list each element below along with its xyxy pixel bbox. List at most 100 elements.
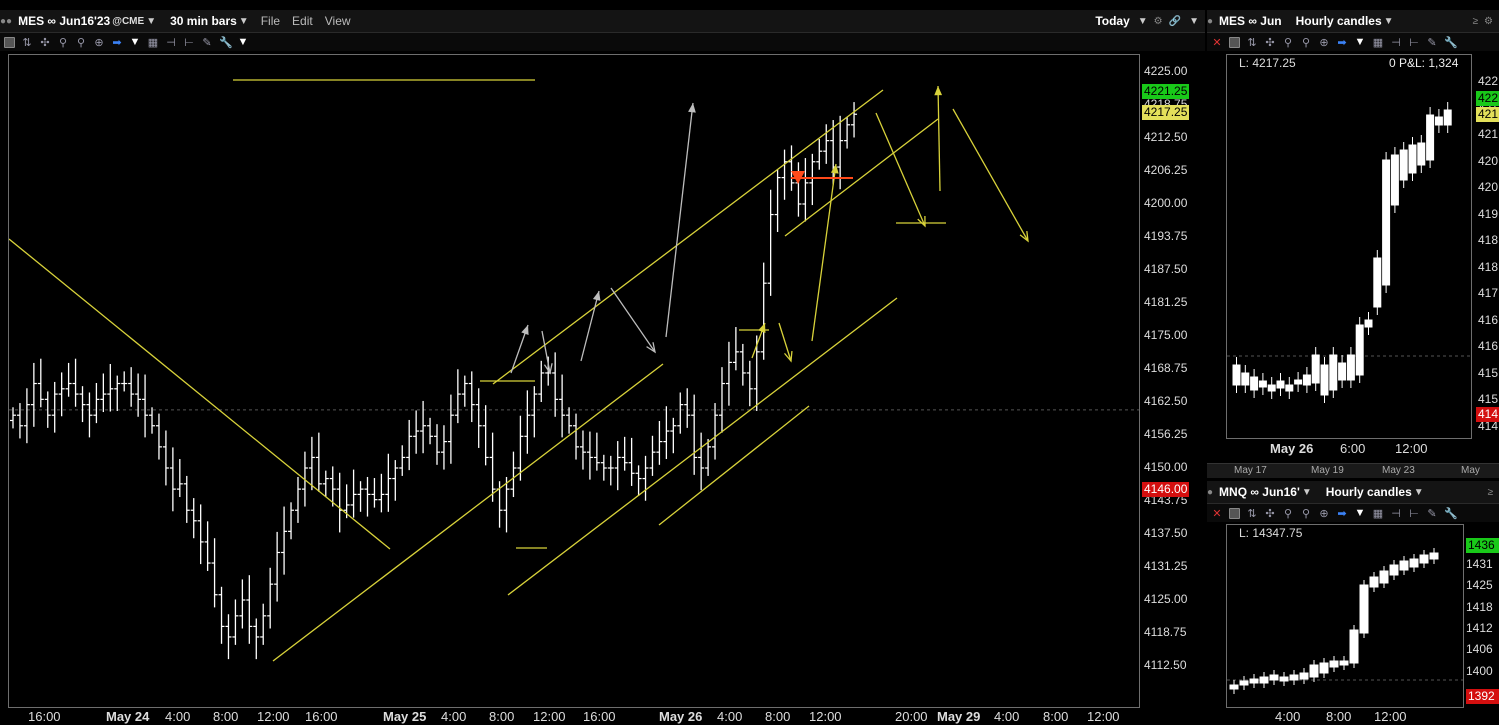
expand-icon[interactable]: ≥	[1488, 487, 1494, 498]
table-icon[interactable]	[1229, 36, 1240, 48]
side-bottom-x-tick: 4:00	[1275, 709, 1301, 724]
gear-icon[interactable]: ⚙	[1484, 16, 1493, 27]
indicator-icon[interactable]: ▦	[1372, 36, 1384, 49]
side-top-candle	[1311, 354, 1320, 384]
side-top-y-tick: 415	[1478, 392, 1498, 406]
side-bottom-symbol[interactable]: MNQ ∞ Jun16'	[1219, 485, 1300, 499]
zoom-in-icon[interactable]: ⚲	[1282, 507, 1294, 520]
chevron-down-icon[interactable]: ▼	[1414, 487, 1424, 498]
compress-icon[interactable]: ⊢	[1408, 507, 1420, 520]
side-bottom-candle	[1319, 662, 1329, 674]
window-control-icon-2[interactable]: ●	[6, 16, 12, 27]
pan-icon[interactable]: ➡	[1336, 36, 1348, 49]
pan-icon[interactable]: ➡	[1336, 507, 1348, 520]
zoom-in-icon[interactable]: ⚲	[57, 36, 69, 49]
side-top-candle	[1241, 372, 1250, 386]
close-icon[interactable]: ✕	[1211, 507, 1223, 520]
side-top-candle	[1355, 324, 1364, 376]
side-top-candle	[1338, 362, 1347, 381]
chevron-down-icon[interactable]: ▼	[239, 16, 249, 27]
crosshair-icon[interactable]: ✣	[1264, 36, 1276, 49]
bar-style-icon[interactable]: ⇅	[21, 36, 33, 49]
gray-arrow-shaft	[580, 290, 600, 362]
indicator-icon[interactable]: ▦	[147, 36, 159, 49]
side-top-candle	[1329, 354, 1338, 391]
wrench-icon[interactable]: 🔧	[1444, 36, 1458, 49]
side-bottom-last: L: 14347.75	[1239, 526, 1303, 540]
x-tick-label: 16:00	[28, 709, 61, 724]
side-top-candle	[1390, 154, 1399, 206]
side-bottom-chart-plot[interactable]	[1226, 524, 1464, 708]
chevron-down-icon[interactable]: ▼	[1354, 36, 1366, 48]
chevron-down-icon[interactable]: ▼	[1354, 507, 1366, 519]
drawing-icon[interactable]: ✎	[1426, 507, 1438, 520]
zoom-out-icon[interactable]: ⚲	[1300, 36, 1312, 49]
table-icon[interactable]	[4, 36, 15, 48]
chevron-down-icon[interactable]: ▼	[146, 16, 156, 27]
chevron-down-icon[interactable]: ▼	[1302, 487, 1312, 498]
side-bottom-chart-svg	[1227, 548, 1463, 694]
chevron-down-icon[interactable]: ▼	[237, 36, 249, 48]
side-top-chart-plot[interactable]	[1226, 54, 1472, 439]
menu-file[interactable]: File	[261, 14, 280, 28]
compress-icon[interactable]: ⊢	[183, 36, 195, 49]
bar-spacing-icon[interactable]: ⊣	[1390, 507, 1402, 520]
chevron-down-icon[interactable]: ▼	[1138, 16, 1148, 27]
main-chart-plot[interactable]	[8, 54, 1140, 708]
side-bottom-candle	[1329, 660, 1339, 668]
gear-icon[interactable]: ⚙	[1154, 16, 1163, 27]
side-top-candle	[1382, 159, 1391, 286]
chevron-down-icon[interactable]: ▼	[1189, 16, 1199, 27]
last-price-tag: 4217.25	[1142, 105, 1190, 120]
zoom-out-icon[interactable]: ⚲	[75, 36, 87, 49]
bar-spacing-icon[interactable]: ⊣	[165, 36, 177, 49]
expand-icon[interactable]: ≥	[1473, 16, 1479, 27]
y-tick-label: 4125.00	[1144, 592, 1188, 606]
zoom-out-icon[interactable]: ⚲	[1300, 507, 1312, 520]
target-icon[interactable]: ⊕	[1318, 507, 1330, 520]
crosshair-icon[interactable]: ✣	[39, 36, 51, 49]
y-tick-label: 4118.75	[1144, 625, 1187, 639]
close-icon[interactable]: ✕	[1211, 36, 1223, 49]
side-top-timeframe[interactable]: Hourly candles	[1296, 14, 1382, 28]
wrench-icon[interactable]: 🔧	[219, 36, 233, 49]
menu-edit[interactable]: Edit	[292, 14, 313, 28]
menu-view[interactable]: View	[325, 14, 351, 28]
bar-spacing-icon[interactable]: ⊣	[1390, 36, 1402, 49]
zoom-in-icon[interactable]: ⚲	[1282, 36, 1294, 49]
crosshair-icon[interactable]: ✣	[1264, 507, 1276, 520]
side-top-candle	[1346, 354, 1355, 381]
side-bottom-y-tick: 1418	[1466, 599, 1493, 614]
range-selector[interactable]: Today	[1095, 14, 1129, 28]
x-tick-label: May 29	[937, 709, 981, 724]
compress-icon[interactable]: ⊢	[1408, 36, 1420, 49]
main-symbol[interactable]: MES ∞ Jun16'23	[18, 14, 110, 28]
chevron-down-icon[interactable]: ▼	[129, 36, 141, 48]
y-tick-label: 4206.25	[1144, 163, 1188, 177]
chevron-down-icon[interactable]: ▼	[1384, 16, 1394, 27]
bar-style-icon[interactable]: ⇅	[1246, 36, 1258, 49]
indicator-icon[interactable]: ▦	[1372, 507, 1384, 520]
side-bottom-candle	[1429, 552, 1439, 560]
side-bottom-timeframe[interactable]: Hourly candles	[1326, 485, 1412, 499]
table-icon[interactable]	[1229, 507, 1240, 519]
drawing-icon[interactable]: ✎	[201, 36, 213, 49]
window-control-icon[interactable]: ●	[1207, 16, 1213, 27]
window-control-icon[interactable]: ●	[1207, 487, 1213, 498]
bar-style-icon[interactable]: ⇅	[1246, 507, 1258, 520]
side-bottom-candle	[1309, 664, 1319, 678]
y-tick-label: 4187.50	[1144, 262, 1188, 276]
y-tick-label: 4131.25	[1144, 559, 1188, 573]
side-top-y-tick: 421	[1478, 127, 1498, 141]
wrench-icon[interactable]: 🔧	[1444, 507, 1458, 520]
target-icon[interactable]: ⊕	[93, 36, 105, 49]
drawing-icon[interactable]: ✎	[1426, 36, 1438, 49]
timeframe-selector[interactable]: 30 min bars	[170, 14, 237, 28]
side-top-symbol[interactable]: MES ∞ Jun	[1219, 14, 1282, 28]
yellow-arrow-shaft	[952, 108, 1029, 242]
target-icon[interactable]: ⊕	[1318, 36, 1330, 49]
link-icon[interactable]: 🔗	[1169, 16, 1181, 27]
pan-icon[interactable]: ➡	[111, 36, 123, 49]
x-tick-label: 20:00	[895, 709, 928, 724]
side-top-candle	[1258, 380, 1267, 388]
